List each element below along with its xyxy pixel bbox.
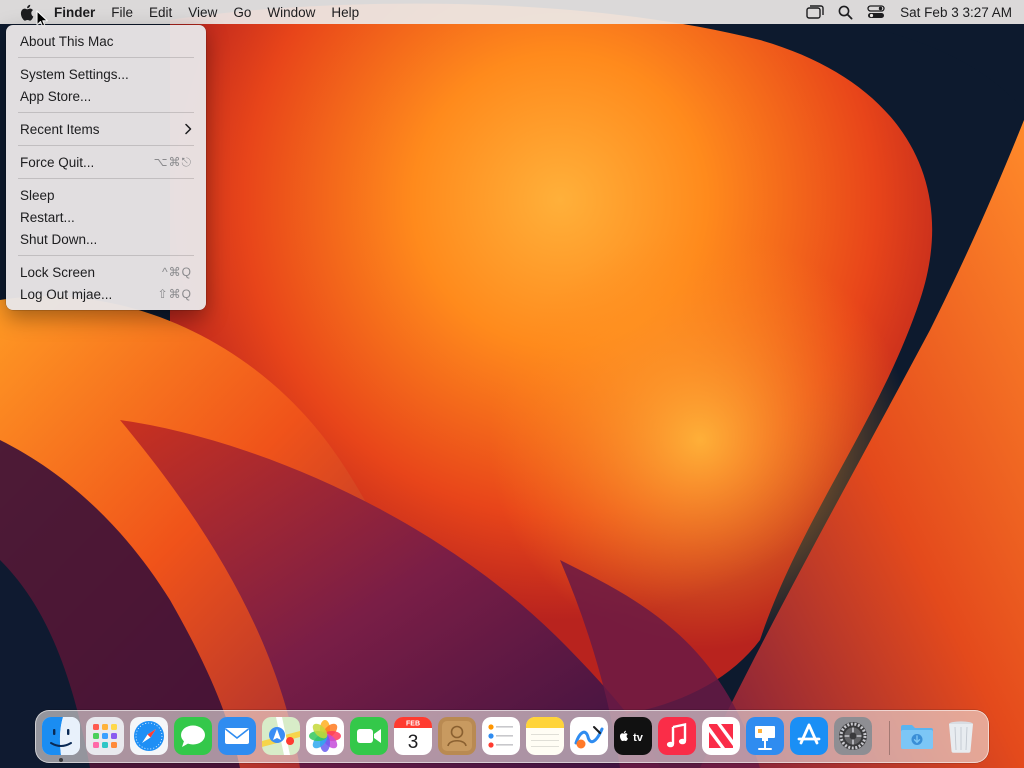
dock-facetime[interactable] bbox=[350, 717, 388, 755]
menu-item-restart[interactable]: Restart... bbox=[6, 206, 206, 228]
menu-item-about-this-mac[interactable]: About This Mac bbox=[6, 30, 206, 52]
contacts-icon bbox=[438, 717, 476, 755]
dock-maps[interactable] bbox=[262, 717, 300, 755]
chevron-right-icon bbox=[185, 123, 192, 135]
shortcut-label: ⌥⌘⎋ bbox=[153, 154, 192, 169]
maps-icon bbox=[262, 717, 300, 755]
dock-mail[interactable] bbox=[218, 717, 256, 755]
messages-icon bbox=[174, 717, 212, 755]
menu-separator bbox=[18, 112, 194, 113]
photos-icon bbox=[306, 717, 344, 755]
dock-trash[interactable] bbox=[942, 717, 980, 755]
gear-icon bbox=[834, 717, 872, 755]
finder-running-indicator bbox=[59, 758, 63, 762]
menu-file[interactable]: File bbox=[103, 0, 141, 24]
menu-separator bbox=[18, 145, 194, 146]
menu-edit[interactable]: Edit bbox=[141, 0, 180, 24]
menu-separator bbox=[18, 178, 194, 179]
search-icon bbox=[838, 5, 853, 20]
downloads-folder-icon bbox=[901, 725, 933, 749]
screen-mirroring-icon bbox=[806, 5, 824, 19]
menu-item-recent-items[interactable]: Recent Items bbox=[6, 118, 206, 140]
dock-safari[interactable] bbox=[130, 717, 168, 755]
menu-window[interactable]: Window bbox=[259, 0, 323, 24]
shortcut-label: ⇧⌘Q bbox=[157, 287, 192, 301]
control-center-button[interactable] bbox=[860, 0, 892, 24]
menubar-clock[interactable]: Sat Feb 3 3:27 AM bbox=[892, 0, 1024, 24]
apple-menu-dropdown: About This Mac System Settings... App St… bbox=[6, 25, 206, 310]
notes-icon bbox=[526, 717, 564, 755]
menu-finder[interactable]: Finder bbox=[46, 0, 103, 24]
facetime-icon bbox=[350, 717, 388, 755]
trash-icon bbox=[949, 721, 973, 753]
spotlight-button[interactable] bbox=[831, 0, 860, 24]
calendar-day-label: 3 bbox=[408, 732, 419, 753]
menu-item-sleep[interactable]: Sleep bbox=[6, 184, 206, 206]
calendar-month-label: FEB bbox=[406, 721, 420, 728]
menu-separator bbox=[18, 57, 194, 58]
dock-system-settings[interactable] bbox=[834, 717, 872, 755]
dock-calendar[interactable]: FEB 3 bbox=[394, 717, 432, 755]
finder-icon bbox=[42, 717, 80, 755]
reminders-icon bbox=[482, 717, 520, 755]
dock-app-store[interactable] bbox=[790, 717, 828, 755]
dock: FEB 3 tv bbox=[35, 710, 989, 763]
menu-item-force-quit[interactable]: Force Quit... ⌥⌘⎋ bbox=[6, 151, 206, 173]
menu-item-log-out[interactable]: Log Out mjae... ⇧⌘Q bbox=[6, 283, 206, 305]
menu-view[interactable]: View bbox=[180, 0, 225, 24]
dock-notes[interactable] bbox=[526, 717, 564, 755]
calendar-icon: FEB 3 bbox=[394, 717, 432, 755]
dock-finder[interactable] bbox=[42, 717, 80, 755]
menu-item-system-settings[interactable]: System Settings... bbox=[6, 63, 206, 85]
dock-launchpad[interactable] bbox=[86, 717, 124, 755]
screen-mirroring-button[interactable] bbox=[799, 0, 831, 24]
launchpad-icon bbox=[86, 717, 124, 755]
keynote-icon bbox=[746, 717, 784, 755]
news-icon bbox=[702, 717, 740, 755]
apple-logo-icon bbox=[20, 4, 33, 21]
dock-messages[interactable] bbox=[174, 717, 212, 755]
tv-label: tv bbox=[633, 732, 644, 744]
apple-tv-icon: tv bbox=[614, 717, 652, 755]
menu-item-lock-screen[interactable]: Lock Screen ^⌘Q bbox=[6, 261, 206, 283]
menu-separator bbox=[18, 255, 194, 256]
dock-tv[interactable]: tv bbox=[614, 717, 652, 755]
safari-icon bbox=[130, 717, 168, 755]
control-center-icon bbox=[867, 5, 885, 18]
mail-icon bbox=[218, 717, 256, 755]
dock-news[interactable] bbox=[702, 717, 740, 755]
menu-help[interactable]: Help bbox=[323, 0, 367, 24]
dock-downloads[interactable] bbox=[898, 717, 936, 755]
dock-keynote[interactable] bbox=[746, 717, 784, 755]
app-store-icon bbox=[790, 717, 828, 755]
dock-contacts[interactable] bbox=[438, 717, 476, 755]
menu-bar: Finder File Edit View Go Window Help Sat… bbox=[0, 0, 1024, 24]
music-icon bbox=[658, 717, 696, 755]
shortcut-label: ^⌘Q bbox=[162, 265, 192, 279]
dock-photos[interactable] bbox=[306, 717, 344, 755]
freeform-icon bbox=[570, 717, 608, 755]
dock-freeform[interactable] bbox=[570, 717, 608, 755]
dock-reminders[interactable] bbox=[482, 717, 520, 755]
dock-music[interactable] bbox=[658, 717, 696, 755]
menu-item-shut-down[interactable]: Shut Down... bbox=[6, 228, 206, 250]
menu-item-app-store[interactable]: App Store... bbox=[6, 85, 206, 107]
dock-divider bbox=[889, 721, 890, 755]
menu-go[interactable]: Go bbox=[225, 0, 259, 24]
